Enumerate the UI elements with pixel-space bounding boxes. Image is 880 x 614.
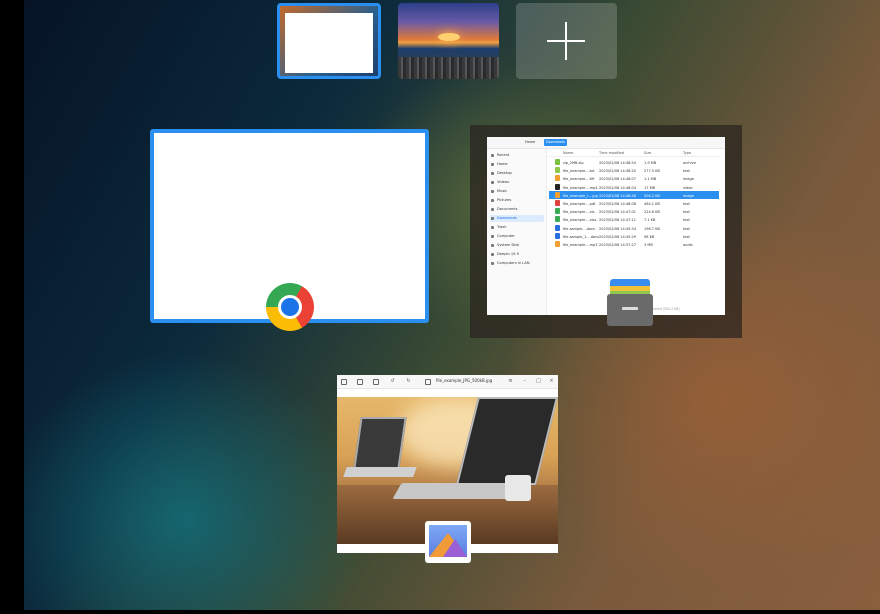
file-manager-app-icon [607, 279, 653, 326]
coffee-mug [505, 475, 531, 501]
column-type: Type [683, 151, 692, 155]
file-type-icon [555, 224, 560, 231]
file-type-icon [555, 167, 560, 174]
sidebar-item-downloads: Downloads [490, 215, 544, 222]
file-manager-window-thumbnail[interactable]: Home Downloads Recent Home Desktop Videos Mu… [470, 125, 742, 338]
sidebar-item-deepin-15-9: Deepin 15.9 [490, 251, 544, 258]
trash-icon [425, 379, 431, 385]
file-type-icon [555, 183, 560, 190]
file-type-icon [555, 200, 560, 206]
file-type: audio [683, 243, 693, 247]
column-name: Name [563, 151, 574, 155]
sidebar-item-computers-in-lan: Computers in LAN [490, 260, 544, 267]
sidebar-item-videos: Videos [490, 179, 544, 186]
file-type-icon [555, 241, 560, 247]
sidebar-item-documents: Documents [490, 206, 544, 213]
sidebar-item-pictures: Pictures [490, 197, 544, 204]
breadcrumb-downloads: Downloads [544, 139, 568, 146]
file-row: file-sample_1....docx 2023/02/08 14:45:29… [549, 232, 719, 240]
file-row: file_example....xls 2023/02/08 14:47:01 22… [549, 207, 719, 215]
image-title: file_example_JPG_500kB.jpg [436, 378, 493, 383]
rotate-right-icon: ↻ [406, 378, 411, 384]
file-row: file_example_I....jpg 2023/02/08 14:48:46… [549, 190, 719, 199]
sidebar-item-music: Music [490, 188, 544, 195]
file-modified: 2023/02/08 14:37:27 [599, 243, 637, 247]
breadcrumb-home: Home [525, 140, 536, 144]
multitask-view: Home Downloads Recent Home Desktop Videos Mu… [24, 0, 880, 610]
file-list-header: Name Time modified Size Type [549, 150, 719, 157]
menu-icon: ≡ [508, 378, 513, 384]
close-icon: × [549, 378, 554, 384]
file-row: file_example....mp3 2023/02/08 14:37:27 3 … [549, 240, 719, 248]
workspace-thumbnail-2[interactable] [398, 3, 499, 79]
file-row: file_example....txt 2023/02/08 14:48:25 27… [549, 166, 719, 174]
file-size: 3 MB [644, 243, 653, 247]
column-time-modified: Time modified [599, 151, 625, 155]
workspace-1-preview [285, 13, 373, 73]
add-workspace-button[interactable] [516, 3, 617, 79]
file-row: file_example....tiff 2023/02/08 14:48:07 1… [549, 174, 719, 182]
sidebar-item-trash: Trash [490, 224, 544, 231]
file-row: file-sample....docx 2023/02/08 14:45:34 19… [549, 224, 719, 232]
file-row: zip_2MB.zip 2023/02/08 14:48:54 1.9 MB arch… [549, 158, 719, 166]
file-type-icon [555, 232, 560, 239]
file-manager-preview: Home Downloads Recent Home Desktop Videos Mu… [487, 137, 725, 315]
minimize-icon: – [523, 378, 526, 384]
column-size: Size [644, 151, 652, 155]
file-type-icon [555, 159, 560, 165]
file-manager-toolbar: Home Downloads [487, 137, 725, 149]
workspace-thumbnail-1[interactable] [277, 3, 381, 79]
maximize-icon: □ [536, 378, 541, 384]
file-type-icon [555, 175, 560, 182]
folder-body [607, 294, 653, 326]
file-row: file_example....mp4 2023/02/08 14:48:04 17… [549, 183, 719, 191]
sunset-sun [438, 33, 460, 41]
file-type-icon [555, 191, 560, 198]
shore-rocks [398, 57, 499, 79]
image-viewer-icon-picture [429, 525, 467, 557]
image-viewer-app-icon [425, 521, 471, 563]
rotate-left-icon: ↺ [390, 378, 395, 384]
sidebar-item-desktop: Desktop [490, 170, 544, 177]
chrome-icon-core [281, 298, 299, 316]
mountain-purple [443, 539, 467, 557]
file-type-icon [555, 208, 560, 215]
plus-icon-vertical [565, 22, 567, 60]
sidebar-item-system-disk: System Disk [490, 242, 544, 249]
folder-slot [622, 307, 638, 310]
app-menu-icon [341, 379, 347, 385]
file-type-icon [555, 216, 560, 223]
file-row: file_example....xlsx 2023/02/08 14:47:11 7… [549, 215, 719, 223]
background-laptop-screen [353, 417, 407, 469]
background-laptop-base [343, 467, 417, 477]
fit-window-icon [373, 379, 379, 385]
thumbnail-icon [357, 379, 363, 385]
chrome-icon [266, 283, 314, 331]
sidebar-item-recent: Recent [490, 152, 544, 159]
sidebar-item-home: Home [490, 161, 544, 168]
image-viewer-titlebar: ↺ ↻ file_example_JPG_500kB.jpg ≡ – □ × [337, 375, 558, 389]
file-manager-sidebar: Recent Home Desktop Videos Music Pictures Docu… [487, 149, 547, 315]
file-name: file_example....mp3 [563, 243, 598, 247]
file-row: file_example....pdf 2023/02/08 14:48:08 46… [549, 199, 719, 207]
sidebar-item-computer: Computer [490, 233, 544, 240]
